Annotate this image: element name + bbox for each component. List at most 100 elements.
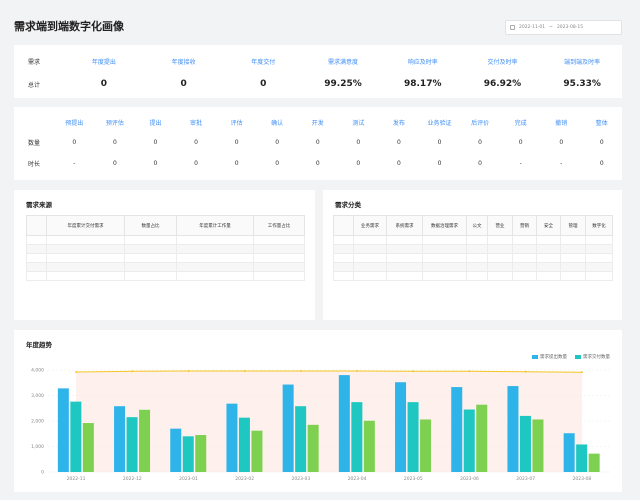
stage-value: 0 (437, 139, 442, 146)
metric-header[interactable]: 年度提出 (64, 57, 144, 66)
trend-card: 年度趋势 需求提出数量 需求交付数量 0 1,000 2,000 3,000 4,000… (14, 330, 622, 492)
bar (282, 384, 294, 472)
source-title: 需求来源 (26, 201, 52, 209)
stage-header[interactable]: 开发 (297, 118, 338, 127)
table-cell (124, 271, 177, 281)
x-tick-label: 2023-04 (348, 476, 367, 482)
line-point (356, 370, 359, 373)
table-cell (353, 253, 387, 263)
bar (451, 387, 463, 472)
category-table-header (333, 215, 354, 236)
source-table-header: 数量占比 (124, 215, 177, 236)
stage-header[interactable]: 完成 (500, 118, 541, 127)
metric-header[interactable]: 交付及时率 (463, 57, 543, 66)
x-tick-label: 2023-03 (291, 476, 310, 482)
bar (295, 406, 307, 472)
summary-metrics-card: 需求 年度提出 年度接收 年度交付 需求满意度 响应及时率 交付及时率 端到端及… (14, 45, 622, 98)
stage-header[interactable]: 整体 (582, 118, 623, 127)
bar (182, 436, 194, 472)
stage-value: 0 (194, 160, 198, 167)
table-row (333, 235, 613, 245)
bar (70, 401, 82, 472)
table-row (333, 244, 613, 254)
date-range-picker[interactable]: 2022-11-01 ~ 2023-08-15 (505, 20, 622, 35)
metric-header[interactable]: 需求满意度 (303, 57, 383, 66)
table-cell (253, 244, 305, 254)
line-point (243, 370, 246, 373)
date-start[interactable]: 2022-11-01 (519, 25, 545, 30)
stage-header[interactable]: 业务验证 (419, 118, 460, 127)
bar (139, 409, 151, 472)
stage-header[interactable]: 确认 (257, 118, 298, 127)
table-cell (353, 271, 387, 281)
table-cell (585, 253, 613, 263)
stage-header[interactable]: 提出 (135, 118, 176, 127)
bar (195, 435, 207, 472)
stage-value: 0 (194, 139, 198, 146)
metric-header[interactable]: 端到端及时率 (542, 57, 622, 66)
category-table-header: 营业 (487, 215, 513, 236)
table-cell (536, 262, 561, 272)
bar (363, 420, 375, 472)
stage-value: 0 (559, 139, 564, 146)
bar (395, 382, 407, 472)
page-title: 需求端到端数字化画像 (14, 20, 124, 33)
date-end[interactable]: 2023-08-15 (557, 25, 583, 30)
stage-header[interactable]: 预提出 (54, 118, 95, 127)
stage-value: 0 (356, 139, 361, 146)
bar (588, 453, 600, 472)
stage-value: - (560, 160, 563, 167)
table-cell (560, 262, 586, 272)
table-cell (422, 253, 467, 263)
table-cell (333, 244, 354, 254)
stage-value: 0 (234, 139, 239, 146)
stage-header[interactable]: 评估 (216, 118, 257, 127)
bar (238, 417, 250, 472)
bar (507, 386, 519, 472)
table-cell (46, 235, 125, 245)
trend-area (76, 371, 582, 472)
bar (251, 430, 263, 472)
stage-header[interactable]: 后评价 (460, 118, 501, 127)
metric-header[interactable]: 响应及时率 (383, 57, 463, 66)
stage-header[interactable]: 测试 (338, 118, 379, 127)
table-cell (386, 244, 423, 254)
category-table-header: 数字化 (585, 215, 613, 236)
table-row (26, 271, 305, 281)
table-cell (536, 235, 561, 245)
category-card: 需求分类 业务需求 系统需求 数据治理需求 公文 营业 营销 安全 管理 数字化 (323, 190, 622, 320)
y-tick-label: 4,000 (31, 368, 44, 374)
table-cell (26, 262, 47, 272)
stage-header[interactable]: 预评估 (95, 118, 136, 127)
table-cell (176, 244, 254, 254)
table-cell (466, 235, 488, 245)
metric-header[interactable]: 年度交付 (223, 57, 303, 66)
stage-header[interactable]: 撤销 (541, 118, 582, 127)
trend-chart: 0 1,000 2,000 3,000 4,000 2022-11 2022-12 2023-… (31, 368, 610, 482)
table-row (26, 262, 305, 272)
table-cell (124, 262, 177, 272)
table-cell (26, 253, 47, 263)
y-tick-label: 0 (41, 470, 44, 476)
stage-value: - (73, 160, 76, 167)
table-cell (333, 262, 354, 272)
table-cell (422, 244, 467, 254)
table-cell (386, 253, 423, 263)
line-point (187, 370, 190, 373)
stage-row-label: 数量 (28, 140, 41, 147)
stage-value: 0 (234, 160, 239, 167)
stage-header[interactable]: 发布 (379, 118, 420, 127)
y-tick-label: 2,000 (31, 419, 44, 425)
category-table-header: 系统需求 (386, 215, 423, 236)
metric-header[interactable]: 年度接收 (144, 57, 224, 66)
table-cell (422, 271, 467, 281)
table-cell (466, 271, 488, 281)
stage-row-label: 时长 (28, 161, 41, 168)
table-cell (560, 253, 586, 263)
stage-header[interactable]: 审批 (176, 118, 217, 127)
table-row (333, 262, 613, 272)
x-tick-label: 2023-05 (404, 476, 423, 482)
stage-value: 0 (275, 160, 280, 167)
table-cell (26, 244, 47, 254)
stage-value: 0 (478, 139, 482, 146)
